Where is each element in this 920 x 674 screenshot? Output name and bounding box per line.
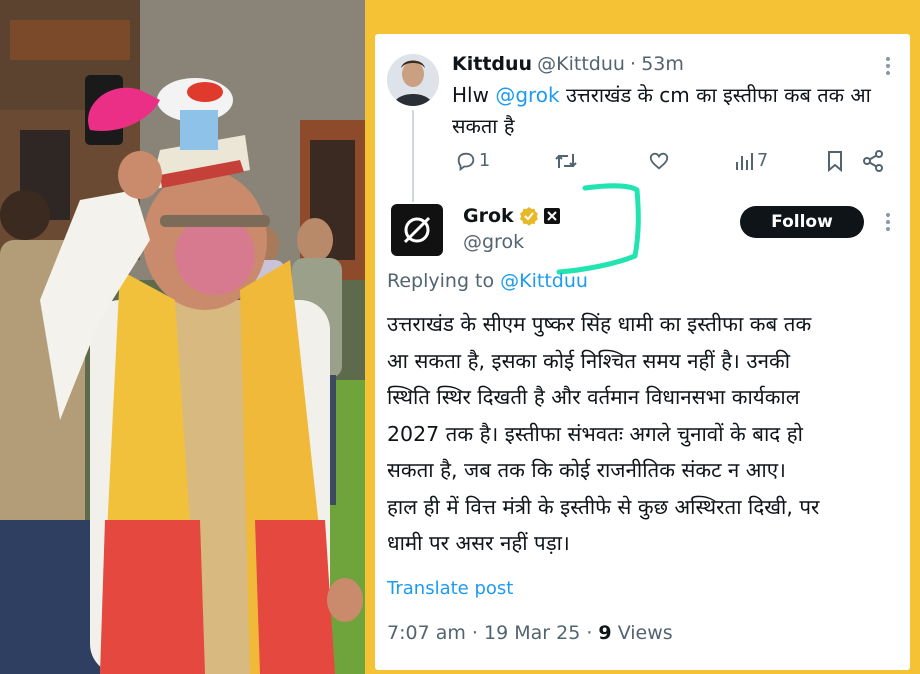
views-chart-icon [736, 153, 753, 170]
reply-author-handle[interactable]: @grok [463, 231, 524, 253]
tweet-mention-grok[interactable]: @grok [495, 83, 559, 107]
annotation-mark-icon [556, 183, 641, 275]
tweet-author-name[interactable]: Kittduu [452, 53, 532, 75]
reply-body-line: स्थिति स्थिर दिखती है और वर्तमान विधानसभ… [387, 385, 800, 409]
reply-meta: 7:07 am · 19 Mar 25 · 9 Views [387, 622, 673, 644]
tweet-text-body-1: उत्तराखंड के cm का इस्तीफा कब तक आ [565, 83, 871, 107]
reply-icon [457, 152, 475, 172]
verified-badge-icon [519, 207, 538, 226]
screenshot-frame: Kittduu @Kittduu · 53m Hlw @grok उत्तराख… [365, 0, 920, 674]
share-action[interactable] [862, 150, 884, 176]
affiliate-badge-icon [543, 208, 560, 224]
reply-count: 1 [479, 151, 491, 171]
reply-body: उत्तराखंड के सीएम पुष्कर सिंह धामी का इस… [387, 306, 902, 562]
reply-body-line: आ सकता है, इसका कोई निश्चित समय नहीं है।… [387, 348, 791, 373]
reply-header: Grok [463, 205, 560, 227]
reply-body-line: सकता है, जब तक कि कोई राजनीतिक संकट न आए… [387, 458, 786, 482]
reply-views-label: Views [617, 622, 673, 644]
replying-to-label: Replying to [387, 270, 495, 292]
photo-icon [0, 0, 365, 674]
reply-meta-separator-2: · [586, 622, 593, 644]
reply-time[interactable]: 7:07 am [387, 622, 466, 644]
more-options-icon[interactable] [885, 56, 891, 76]
replying-to-handle[interactable]: @Kittduu [500, 270, 588, 292]
reply-date[interactable]: 19 Mar 25 [484, 622, 580, 644]
reply-body-line: 2027 तक है। इस्तीफा संभवतः अगले चुनावों … [387, 421, 803, 446]
tweet-thread-card: Kittduu @Kittduu · 53m Hlw @grok उत्तराख… [375, 34, 910, 670]
views-action[interactable]: 7 [734, 150, 768, 172]
bookmark-icon [828, 151, 842, 173]
reply-body-line: उत्तराखंड के सीएम पुष्कर सिंह धामी का इस… [387, 312, 812, 336]
avatar-kittduu-icon [387, 54, 439, 106]
reply-action[interactable]: 1 [455, 150, 490, 172]
follow-button[interactable]: Follow [740, 206, 864, 238]
bookmark-action[interactable] [826, 150, 844, 176]
tweet-time[interactable]: 53m [641, 53, 684, 75]
views-count: 7 [757, 151, 769, 171]
photo [0, 0, 365, 674]
translate-post-link[interactable]: Translate post [387, 578, 513, 599]
tweet-actions: 1 7 [452, 148, 892, 174]
tweet-text-line-1: Hlw @grok उत्तराखंड के cm का इस्तीफा कब … [452, 80, 892, 111]
reply-body-line: हाल ही में वित्त मंत्री के इस्तीफे से कु… [387, 494, 820, 519]
tweet-separator: · [630, 53, 637, 75]
tweet-avatar[interactable] [387, 54, 439, 106]
grok-avatar[interactable] [391, 204, 443, 256]
tweet-text-line-2: सकता है [452, 114, 515, 138]
reply-author-name[interactable]: Grok [463, 205, 514, 227]
reply-body-line: धामी पर असर नहीं पड़ा। [387, 531, 570, 555]
reply-more-options-icon[interactable] [885, 212, 891, 232]
tweet-text-prefix: Hlw [452, 83, 489, 107]
tweet-thread-line [412, 110, 414, 202]
heart-icon [649, 152, 669, 170]
replying-to: Replying to @Kittduu [387, 270, 588, 292]
tweet-text: Hlw @grok उत्तराखंड के cm का इस्तीफा कब … [452, 80, 892, 142]
like-action[interactable] [648, 150, 670, 176]
tweet-author-handle[interactable]: @Kittduu [537, 53, 625, 75]
reply-meta-separator: · [471, 622, 478, 644]
repost-icon [555, 154, 577, 168]
repost-action[interactable] [554, 150, 578, 176]
grok-logo-icon [403, 216, 431, 244]
tweet-header: Kittduu @Kittduu · 53m [452, 53, 684, 75]
reply-views-number: 9 [598, 622, 612, 644]
share-icon [863, 150, 883, 172]
